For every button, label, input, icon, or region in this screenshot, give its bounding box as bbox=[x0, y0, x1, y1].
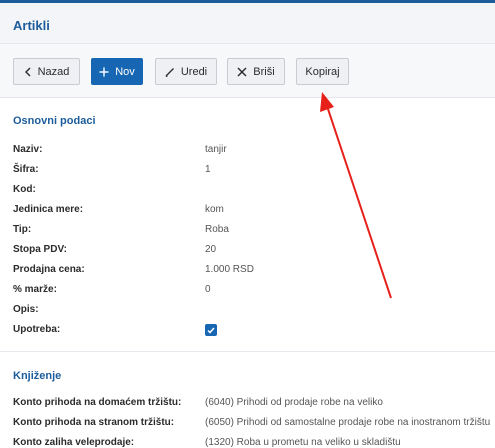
field-label: Stopa PDV: bbox=[13, 244, 67, 255]
field-label: Konto zaliha veleprodaje: bbox=[13, 437, 135, 448]
basic-data-title: Osnovni podaci bbox=[13, 115, 96, 127]
field-value: 1 bbox=[205, 164, 211, 175]
field-label: Prodajna cena: bbox=[13, 264, 85, 275]
field-label: Opis: bbox=[13, 304, 39, 315]
field-row: Konto prihoda na stranom tržištu: (6050)… bbox=[13, 413, 493, 433]
field-row: Jedinica mere: kom bbox=[13, 200, 493, 220]
field-row: Kod: bbox=[13, 180, 493, 200]
page-header: Artikli bbox=[0, 3, 495, 44]
field-value: 0 bbox=[205, 284, 211, 295]
field-value: (6040) Prihodi od prodaje robe na veliko bbox=[205, 397, 383, 408]
copy-button[interactable]: Kopiraj bbox=[296, 58, 349, 85]
field-label: Šifra: bbox=[13, 164, 39, 175]
new-button[interactable]: Nov bbox=[91, 58, 143, 85]
field-row: % marže: 0 bbox=[13, 280, 493, 300]
toolbar: Nazad Nov Uredi Briši Kopiraj bbox=[0, 44, 495, 98]
edit-button[interactable]: Uredi bbox=[155, 58, 217, 85]
delete-button-label: Briši bbox=[253, 65, 275, 78]
field-value: (1320) Roba u prometu na veliko u skladi… bbox=[205, 437, 401, 448]
pencil-icon bbox=[165, 67, 175, 77]
new-button-label: Nov bbox=[115, 65, 135, 78]
field-value: tanjir bbox=[205, 144, 227, 155]
check-icon bbox=[207, 327, 215, 334]
field-label: Upotreba: bbox=[13, 324, 61, 335]
edit-button-label: Uredi bbox=[180, 65, 208, 78]
page-title: Artikli bbox=[13, 18, 50, 33]
field-value: kom bbox=[205, 204, 224, 215]
field-label: Konto prihoda na stranom tržištu: bbox=[13, 417, 175, 428]
field-label: % marže: bbox=[13, 284, 57, 295]
field-row: Stopa PDV: 20 bbox=[13, 240, 493, 260]
field-label: Jedinica mere: bbox=[13, 204, 84, 215]
delete-button[interactable]: Briši bbox=[227, 58, 285, 85]
close-icon bbox=[237, 67, 247, 77]
field-row: Konto prihoda na domaćem tržištu: (6040)… bbox=[13, 393, 493, 413]
field-row: Konto zaliha veleprodaje: (1320) Roba u … bbox=[13, 433, 493, 448]
field-row: Tip: Roba bbox=[13, 220, 493, 240]
plus-icon bbox=[99, 67, 109, 77]
field-label: Konto prihoda na domaćem tržištu: bbox=[13, 397, 182, 408]
posting-title: Knjiženje bbox=[13, 370, 62, 382]
field-value: 20 bbox=[205, 244, 217, 255]
basic-data-section: Osnovni podaci Naziv: tanjir Šifra: 1 Ko… bbox=[0, 99, 495, 349]
field-label: Naziv: bbox=[13, 144, 43, 155]
field-label: Tip: bbox=[13, 224, 32, 235]
field-row: Opis: bbox=[13, 300, 493, 320]
field-value: (6050) Prihodi od samostalne prodaje rob… bbox=[205, 417, 491, 428]
copy-button-label: Kopiraj bbox=[305, 65, 340, 78]
field-row: Prodajna cena: 1.000 RSD bbox=[13, 260, 493, 280]
field-label: Kod: bbox=[13, 184, 36, 195]
field-row: Upotreba: bbox=[13, 320, 493, 340]
field-value: 1.000 RSD bbox=[205, 264, 254, 275]
usage-checkbox[interactable] bbox=[205, 324, 217, 336]
field-row: Naziv: tanjir bbox=[13, 140, 493, 160]
posting-section: Knjiženje Konto prihoda na domaćem tržiš… bbox=[0, 352, 495, 448]
field-row: Šifra: 1 bbox=[13, 160, 493, 180]
back-button-label: Nazad bbox=[37, 65, 70, 78]
back-button[interactable]: Nazad bbox=[13, 58, 80, 85]
chevron-left-icon bbox=[24, 67, 32, 77]
field-value: Roba bbox=[205, 224, 229, 235]
